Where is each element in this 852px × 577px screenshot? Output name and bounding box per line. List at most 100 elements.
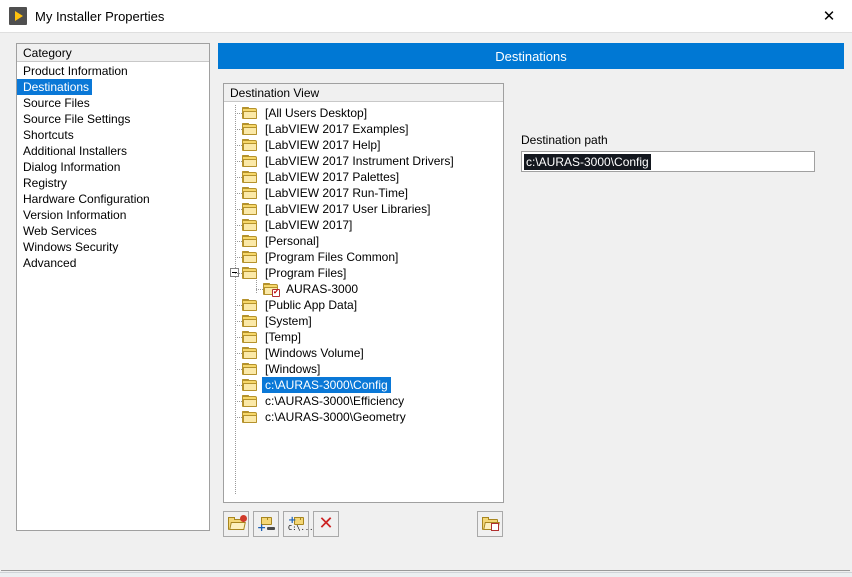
category-item-shortcuts[interactable]: Shortcuts bbox=[17, 127, 74, 143]
destination-path-value: c:\AURAS-3000\Config bbox=[524, 153, 651, 170]
tree-connector bbox=[235, 257, 242, 258]
tree-row[interactable]: [LabVIEW 2017 Palettes] bbox=[224, 169, 503, 185]
category-panel: Category Product Information Destinations… bbox=[16, 43, 210, 531]
folder-icon bbox=[242, 394, 258, 408]
folder-icon bbox=[242, 250, 258, 264]
tree-row[interactable]: c:\AURAS-3000\Geometry bbox=[224, 409, 503, 425]
tree-row[interactable]: [Windows] bbox=[224, 361, 503, 377]
category-item-advanced[interactable]: Advanced bbox=[17, 255, 76, 271]
category-row: Advanced bbox=[17, 255, 209, 271]
category-row: Additional Installers bbox=[17, 143, 209, 159]
tree-item-label: [Windows Volume] bbox=[265, 346, 364, 360]
tree-row[interactable]: [Temp] bbox=[224, 329, 503, 345]
tree-row[interactable]: c:\AURAS-3000\Efficiency bbox=[224, 393, 503, 409]
destination-view-panel: Destination View [All Users Desktop] [Lab… bbox=[223, 83, 504, 503]
tree-row[interactable]: [Windows Volume] bbox=[224, 345, 503, 361]
tree-connector bbox=[235, 321, 242, 322]
tree-connector bbox=[256, 289, 263, 290]
category-row: Windows Security bbox=[17, 239, 209, 255]
folder-icon bbox=[242, 362, 258, 376]
tree-connector bbox=[235, 337, 242, 338]
destination-tree[interactable]: [All Users Desktop] [LabVIEW 2017 Example… bbox=[224, 102, 503, 503]
tree-connector bbox=[235, 241, 242, 242]
folder-icon bbox=[242, 218, 258, 232]
tree-row[interactable]: [LabVIEW 2017 User Libraries] bbox=[224, 201, 503, 217]
category-item-windows-security[interactable]: Windows Security bbox=[17, 239, 118, 255]
category-row: Version Information bbox=[17, 207, 209, 223]
section-header: Destinations bbox=[218, 43, 844, 69]
tree-connector bbox=[235, 353, 242, 354]
category-item-additional-installers[interactable]: Additional Installers bbox=[17, 143, 127, 159]
tree-row[interactable]: [LabVIEW 2017 Instrument Drivers] bbox=[224, 153, 503, 169]
tree-item-label: [LabVIEW 2017 Instrument Drivers] bbox=[265, 154, 454, 168]
folder-icon bbox=[242, 138, 258, 152]
category-list[interactable]: Product Information Destinations Source Fi… bbox=[17, 62, 209, 271]
tree-item-label: [Personal] bbox=[265, 234, 320, 248]
window-body: Category Product Information Destinations… bbox=[0, 32, 852, 577]
folder-plus-cpath-icon: + C:\... bbox=[288, 514, 314, 532]
folder-icon bbox=[242, 314, 258, 328]
tree-row[interactable]: [Program Files] bbox=[224, 265, 503, 281]
tree-item-label: [Temp] bbox=[265, 330, 302, 344]
destination-toolbar: + + C:\... ✕ bbox=[223, 511, 504, 541]
tree-item-label: [LabVIEW 2017 User Libraries] bbox=[265, 202, 431, 216]
category-item-product-information[interactable]: Product Information bbox=[17, 63, 128, 79]
folder-icon bbox=[242, 154, 258, 168]
tree-connector bbox=[235, 129, 242, 130]
add-destination-folder-button[interactable] bbox=[223, 511, 249, 537]
tree-item-label: AURAS-3000 bbox=[286, 282, 359, 296]
category-item-version-information[interactable]: Version Information bbox=[17, 207, 126, 223]
category-item-dialog-information[interactable]: Dialog Information bbox=[17, 159, 120, 175]
tree-row[interactable]: [LabVIEW 2017 Help] bbox=[224, 137, 503, 153]
folder-with-red-badge-icon bbox=[481, 517, 500, 531]
add-destination-shortcut-button[interactable]: + bbox=[253, 511, 279, 537]
category-row: Source File Settings bbox=[17, 111, 209, 127]
tree-row[interactable]: c:\AURAS-3000\Config bbox=[224, 377, 503, 393]
tree-connector bbox=[235, 273, 242, 274]
category-item-destinations[interactable]: Destinations bbox=[17, 79, 93, 95]
tree-item-label: [Program Files] bbox=[265, 266, 347, 280]
add-absolute-path-button[interactable]: + C:\... bbox=[283, 511, 314, 537]
tree-row[interactable]: [All Users Desktop] bbox=[224, 105, 503, 121]
category-item-registry[interactable]: Registry bbox=[17, 175, 67, 191]
category-item-web-services[interactable]: Web Services bbox=[17, 223, 97, 239]
folder-icon bbox=[242, 186, 258, 200]
folder-icon bbox=[242, 202, 258, 216]
tree-row[interactable]: [Public App Data] bbox=[224, 297, 503, 313]
tree-row[interactable]: [LabVIEW 2017 Run-Time] bbox=[224, 185, 503, 201]
tree-connector bbox=[235, 145, 242, 146]
folder-icon bbox=[242, 106, 258, 120]
tree-connector bbox=[235, 161, 242, 162]
destination-view-header: Destination View bbox=[224, 84, 503, 102]
section-header-title: Destinations bbox=[495, 48, 567, 64]
tree-item-label: [LabVIEW 2017] bbox=[265, 218, 353, 232]
tree-connector bbox=[235, 193, 242, 194]
tree-row[interactable]: [LabVIEW 2017] bbox=[224, 217, 503, 233]
tree-row[interactable]: [Personal] bbox=[224, 233, 503, 249]
destination-path-label: Destination path bbox=[521, 133, 608, 147]
destination-path-input[interactable]: c:\AURAS-3000\Config bbox=[521, 151, 815, 172]
tree-connector bbox=[235, 385, 242, 386]
category-item-source-files[interactable]: Source Files bbox=[17, 95, 90, 111]
tree-connector bbox=[235, 305, 242, 306]
tree-row[interactable]: [LabVIEW 2017 Examples] bbox=[224, 121, 503, 137]
folder-icon bbox=[242, 266, 258, 280]
tree-connector bbox=[235, 417, 242, 418]
close-icon[interactable]: ✕ bbox=[806, 0, 852, 31]
title-bar: My Installer Properties ✕ bbox=[0, 0, 852, 33]
folder-with-red-badge-icon bbox=[227, 515, 247, 531]
category-row: Web Services bbox=[17, 223, 209, 239]
category-item-hardware-configuration[interactable]: Hardware Configuration bbox=[17, 191, 150, 207]
category-row: Hardware Configuration bbox=[17, 191, 209, 207]
tree-connector bbox=[235, 113, 242, 114]
tree-connector bbox=[235, 177, 242, 178]
delete-destination-button[interactable]: ✕ bbox=[313, 511, 339, 537]
tree-row[interactable]: [System] bbox=[224, 313, 503, 329]
desktop-background-strip bbox=[0, 572, 852, 577]
tree-row[interactable]: [Program Files Common] bbox=[224, 249, 503, 265]
set-as-default-destination-button[interactable] bbox=[477, 511, 503, 537]
tree-item-label: [LabVIEW 2017 Examples] bbox=[265, 122, 409, 136]
category-item-source-file-settings[interactable]: Source File Settings bbox=[17, 111, 130, 127]
tree-connector bbox=[235, 209, 242, 210]
tree-row[interactable]: ✔ AURAS-3000 bbox=[224, 281, 503, 297]
